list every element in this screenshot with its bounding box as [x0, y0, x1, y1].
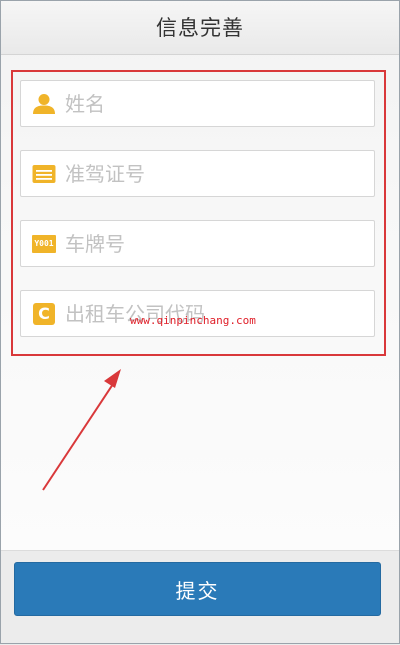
submit-button[interactable]: 提交 — [14, 562, 381, 616]
annotation-arrow-icon — [42, 369, 121, 491]
